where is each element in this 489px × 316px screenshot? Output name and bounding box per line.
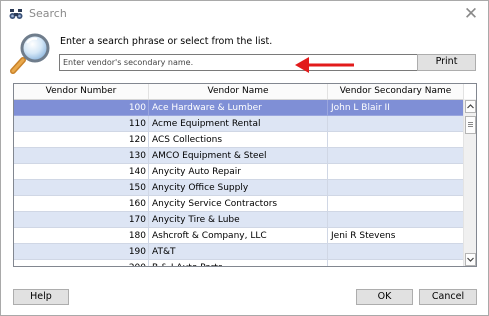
scrollbar-thumb[interactable] bbox=[465, 116, 476, 134]
scroll-up-button[interactable] bbox=[465, 100, 476, 113]
cell-vendor-number: 120 bbox=[14, 132, 149, 148]
table-row[interactable]: 120 ACS Collections bbox=[14, 132, 464, 148]
window-title: Search bbox=[29, 7, 67, 20]
table-row[interactable]: 180 Ashcroft & Company, LLC Jeni R Stevens bbox=[14, 228, 464, 244]
cell-vendor-secondary-name: John L Blair II bbox=[328, 100, 464, 116]
cell-vendor-name: Acme Equipment Rental bbox=[149, 116, 328, 132]
cell-vendor-name: B & J Auto Parts bbox=[149, 260, 328, 266]
table-row[interactable]: 110 Acme Equipment Rental bbox=[14, 116, 464, 132]
grip-line bbox=[468, 122, 473, 123]
search-input[interactable] bbox=[59, 54, 418, 71]
table-row[interactable]: 150 Anycity Office Supply bbox=[14, 180, 464, 196]
cell-vendor-name: Ashcroft & Company, LLC bbox=[149, 228, 328, 244]
cell-vendor-name: Anycity Office Supply bbox=[149, 180, 328, 196]
title-bar: Search ✕ bbox=[1, 1, 488, 27]
scroll-down-button[interactable] bbox=[465, 253, 476, 266]
column-header-vendor-name[interactable]: Vendor Name bbox=[149, 84, 328, 99]
cell-vendor-name: Anycity Tire & Lube bbox=[149, 212, 328, 228]
vertical-scrollbar[interactable] bbox=[463, 99, 476, 266]
cell-vendor-secondary-name bbox=[328, 244, 464, 260]
cell-vendor-secondary-name: Jeni R Stevens bbox=[328, 228, 464, 244]
table-row[interactable]: 190 AT&T bbox=[14, 244, 464, 260]
cell-vendor-secondary-name bbox=[328, 212, 464, 228]
table-row[interactable]: 140 Anycity Auto Repair bbox=[14, 164, 464, 180]
cell-vendor-number: 130 bbox=[14, 148, 149, 164]
cell-vendor-name: AT&T bbox=[149, 244, 328, 260]
cell-vendor-number: 140 bbox=[14, 164, 149, 180]
search-instruction: Enter a search phrase or select from the… bbox=[60, 36, 273, 47]
cell-vendor-name: AMCO Equipment & Steel bbox=[149, 148, 328, 164]
close-icon: ✕ bbox=[463, 4, 479, 24]
cell-vendor-secondary-name bbox=[328, 164, 464, 180]
vendor-table: Vendor Number Vendor Name Vendor Seconda… bbox=[13, 83, 477, 267]
table-header: Vendor Number Vendor Name Vendor Seconda… bbox=[14, 84, 464, 100]
help-button[interactable]: Help bbox=[13, 289, 69, 305]
cell-vendor-secondary-name bbox=[328, 132, 464, 148]
cell-vendor-number: 110 bbox=[14, 116, 149, 132]
grip-line bbox=[468, 124, 473, 125]
chevron-up-icon bbox=[467, 104, 474, 109]
cell-vendor-number: 150 bbox=[14, 180, 149, 196]
red-arrow-icon bbox=[295, 57, 354, 73]
close-button[interactable]: ✕ bbox=[460, 4, 482, 24]
cell-vendor-number: 170 bbox=[14, 212, 149, 228]
table-row[interactable]: 100 Ace Hardware & Lumber John L Blair II bbox=[14, 100, 464, 116]
cell-vendor-number: 180 bbox=[14, 228, 149, 244]
cell-vendor-secondary-name bbox=[328, 260, 464, 266]
cell-vendor-number: 160 bbox=[14, 196, 149, 212]
table-row[interactable]: 130 AMCO Equipment & Steel bbox=[14, 148, 464, 164]
table-row[interactable]: 200B & J Auto Parts bbox=[14, 260, 464, 266]
search-dialog: Search ✕ Enter a search phrase or select… bbox=[0, 0, 489, 316]
print-button[interactable]: Print bbox=[417, 54, 476, 71]
cell-vendor-secondary-name bbox=[328, 196, 464, 212]
cancel-button[interactable]: Cancel bbox=[419, 289, 477, 305]
ok-button[interactable]: OK bbox=[356, 289, 413, 305]
cell-vendor-name: Anycity Service Contractors bbox=[149, 196, 328, 212]
cell-vendor-secondary-name bbox=[328, 148, 464, 164]
cell-vendor-secondary-name bbox=[328, 180, 464, 196]
column-header-vendor-secondary-name[interactable]: Vendor Secondary Name bbox=[328, 84, 464, 99]
chevron-down-icon bbox=[467, 257, 474, 262]
cell-vendor-name: Ace Hardware & Lumber bbox=[149, 100, 328, 116]
cell-vendor-name: Anycity Auto Repair bbox=[149, 164, 328, 180]
grip-line bbox=[468, 126, 473, 127]
column-header-vendor-number[interactable]: Vendor Number bbox=[14, 84, 149, 99]
table-row[interactable]: 160 Anycity Service Contractors bbox=[14, 196, 464, 212]
cell-vendor-number: 190 bbox=[14, 244, 149, 260]
binoculars-icon bbox=[9, 9, 23, 19]
cell-vendor-number: 100 bbox=[14, 100, 149, 116]
cell-vendor-number: 200 bbox=[14, 260, 149, 266]
cell-vendor-name: ACS Collections bbox=[149, 132, 328, 148]
table-row[interactable]: 170 Anycity Tire & Lube bbox=[14, 212, 464, 228]
magnifier-icon bbox=[10, 33, 50, 74]
cell-vendor-secondary-name bbox=[328, 116, 464, 132]
